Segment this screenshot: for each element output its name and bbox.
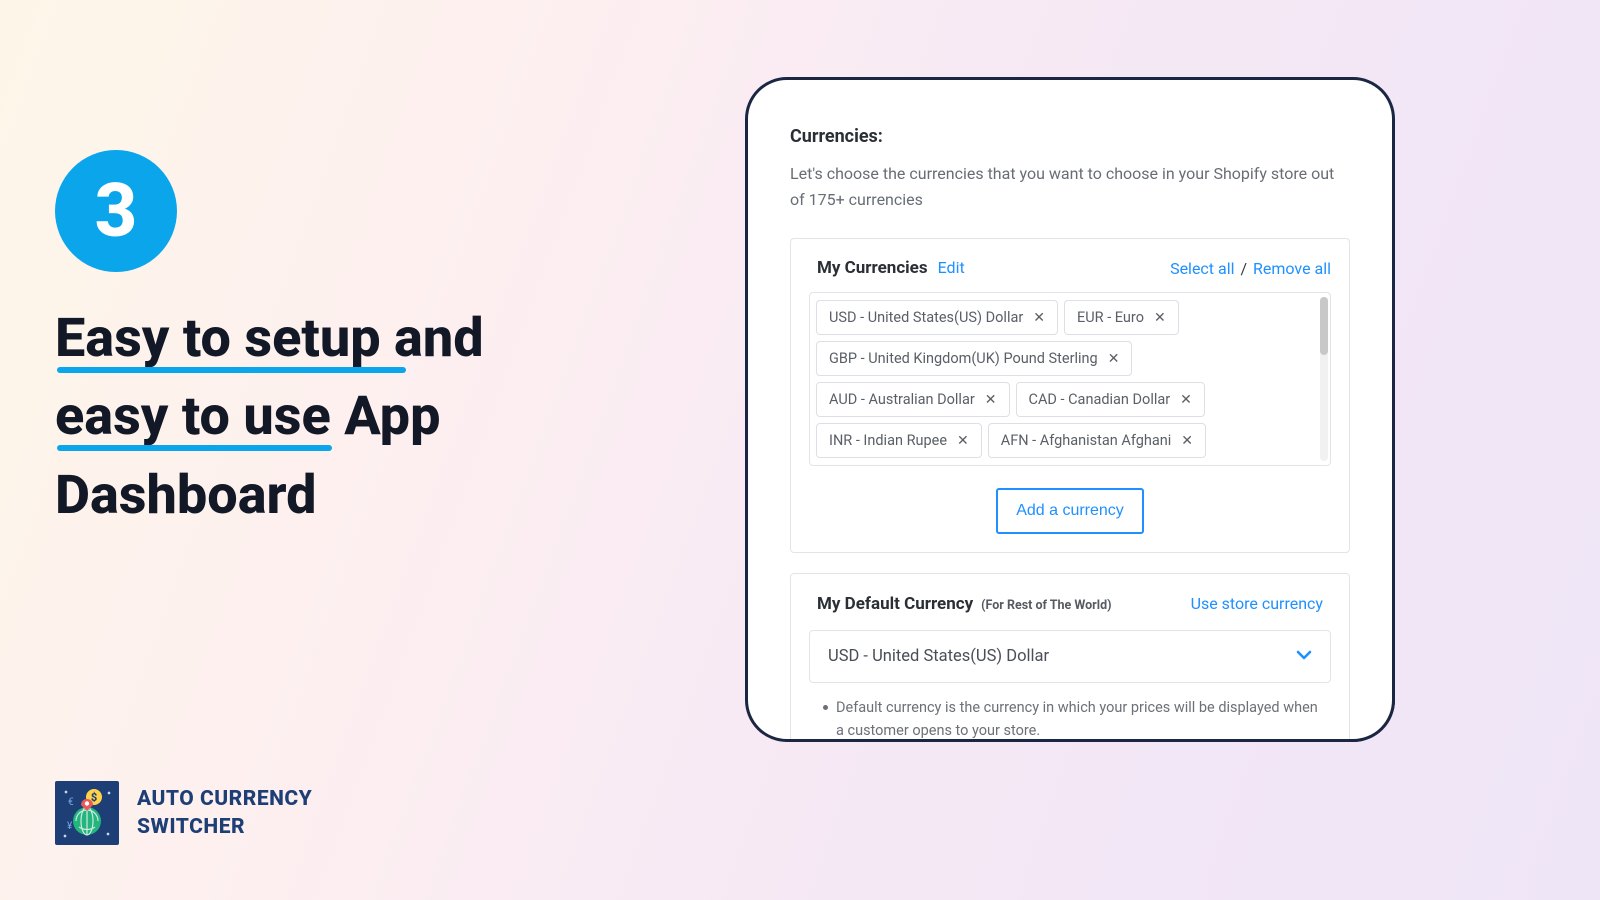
scrollbar-thumb[interactable] — [1320, 297, 1328, 355]
default-currency-label: My Default Currency — [817, 594, 973, 614]
currency-chip: CAD - Canadian Dollar ✕ — [1016, 382, 1205, 417]
headline-line-3: Dashboard — [55, 457, 665, 535]
step-number: 3 — [95, 168, 138, 255]
step-badge: 3 — [55, 150, 177, 272]
my-currencies-header: My Currencies Edit Select all / Remove a… — [791, 239, 1349, 292]
my-currencies-box: My Currencies Edit Select all / Remove a… — [790, 238, 1350, 553]
default-header-left: My Default Currency (For Rest of The Wor… — [817, 594, 1112, 614]
brand-logo-icon: $ € ¥ — [55, 781, 119, 845]
settings-panel: Currencies: Let's choose the currencies … — [745, 77, 1395, 742]
default-note: Default currency is the currency in whic… — [809, 683, 1331, 742]
chip-remove-icon[interactable]: ✕ — [1108, 351, 1120, 367]
default-note-text: Default currency is the currency in whic… — [836, 697, 1321, 742]
my-currencies-label: My Currencies — [817, 258, 928, 278]
add-currency-row: Add a currency — [791, 466, 1349, 552]
chips-container: USD - United States(US) Dollar✕EUR - Eur… — [816, 300, 1324, 458]
underline-bar — [57, 367, 406, 373]
brand-line-2: SWITCHER — [137, 813, 312, 841]
chevron-down-icon — [1296, 647, 1312, 666]
currency-chip: INR - Indian Rupee ✕ — [816, 423, 982, 458]
currency-chip: GBP - United Kingdom(UK) Pound Sterling ✕ — [816, 341, 1132, 376]
currency-chip: AFN - Afghanistan Afghani ✕ — [988, 423, 1206, 458]
dropdown-value: USD - United States(US) Dollar — [828, 647, 1049, 666]
chip-remove-icon[interactable]: ✕ — [1154, 310, 1166, 326]
default-currency-dropdown[interactable]: USD - United States(US) Dollar — [809, 630, 1331, 683]
default-hint: (For Rest of The World) — [981, 598, 1111, 613]
default-header: My Default Currency (For Rest of The Wor… — [817, 594, 1323, 614]
edit-link[interactable]: Edit — [938, 258, 965, 277]
select-all-link[interactable]: Select all — [1170, 259, 1234, 278]
brand-line-1: AUTO CURRENCY — [137, 785, 312, 813]
underline-bar — [57, 445, 332, 451]
currency-chip: EUR - Euro ✕ — [1064, 300, 1179, 335]
svg-text:€: € — [68, 797, 74, 808]
currency-chips-area: USD - United States(US) Dollar✕EUR - Eur… — [809, 292, 1331, 466]
currency-chip: USD - United States(US) Dollar ✕ — [816, 300, 1058, 335]
chip-label: CAD - Canadian Dollar — [1029, 391, 1171, 408]
section-title: Currencies: — [790, 126, 1350, 147]
brand: $ € ¥ AUTO CURRENCY SWITCHER — [55, 781, 312, 845]
chip-remove-icon[interactable]: ✕ — [957, 433, 969, 449]
chip-remove-icon[interactable]: ✕ — [1181, 433, 1193, 449]
chip-remove-icon[interactable]: ✕ — [985, 392, 997, 408]
chip-remove-icon[interactable]: ✕ — [1180, 392, 1192, 408]
headline: Easy to setup and easy to use App Dashbo… — [55, 300, 665, 535]
svg-text:¥: ¥ — [67, 821, 73, 832]
chip-label: EUR - Euro — [1077, 309, 1144, 326]
settings-panel-wrap: Currencies: Let's choose the currencies … — [745, 77, 1395, 742]
separator: / — [1240, 259, 1247, 278]
remove-all-link[interactable]: Remove all — [1253, 259, 1331, 278]
chip-label: GBP - United Kingdom(UK) Pound Sterling — [829, 350, 1098, 367]
currency-chip: AUD - Australian Dollar ✕ — [816, 382, 1010, 417]
add-currency-button[interactable]: Add a currency — [996, 488, 1144, 534]
bullet-icon — [823, 705, 828, 710]
use-store-currency-link[interactable]: Use store currency — [1191, 594, 1323, 613]
chip-remove-icon[interactable]: ✕ — [1033, 310, 1045, 326]
header-right: Select all / Remove all — [1170, 259, 1331, 278]
chip-label: USD - United States(US) Dollar — [829, 309, 1023, 326]
brand-text: AUTO CURRENCY SWITCHER — [137, 785, 312, 842]
chip-label: AFN - Afghanistan Afghani — [1001, 432, 1172, 449]
default-currency-box: My Default Currency (For Rest of The Wor… — [790, 573, 1350, 742]
header-left: My Currencies Edit — [817, 258, 965, 278]
chip-label: AUD - Australian Dollar — [829, 391, 975, 408]
section-desc: Let's choose the currencies that you wan… — [790, 161, 1350, 212]
scrollbar[interactable] — [1320, 297, 1328, 461]
chip-label: INR - Indian Rupee — [829, 432, 947, 449]
